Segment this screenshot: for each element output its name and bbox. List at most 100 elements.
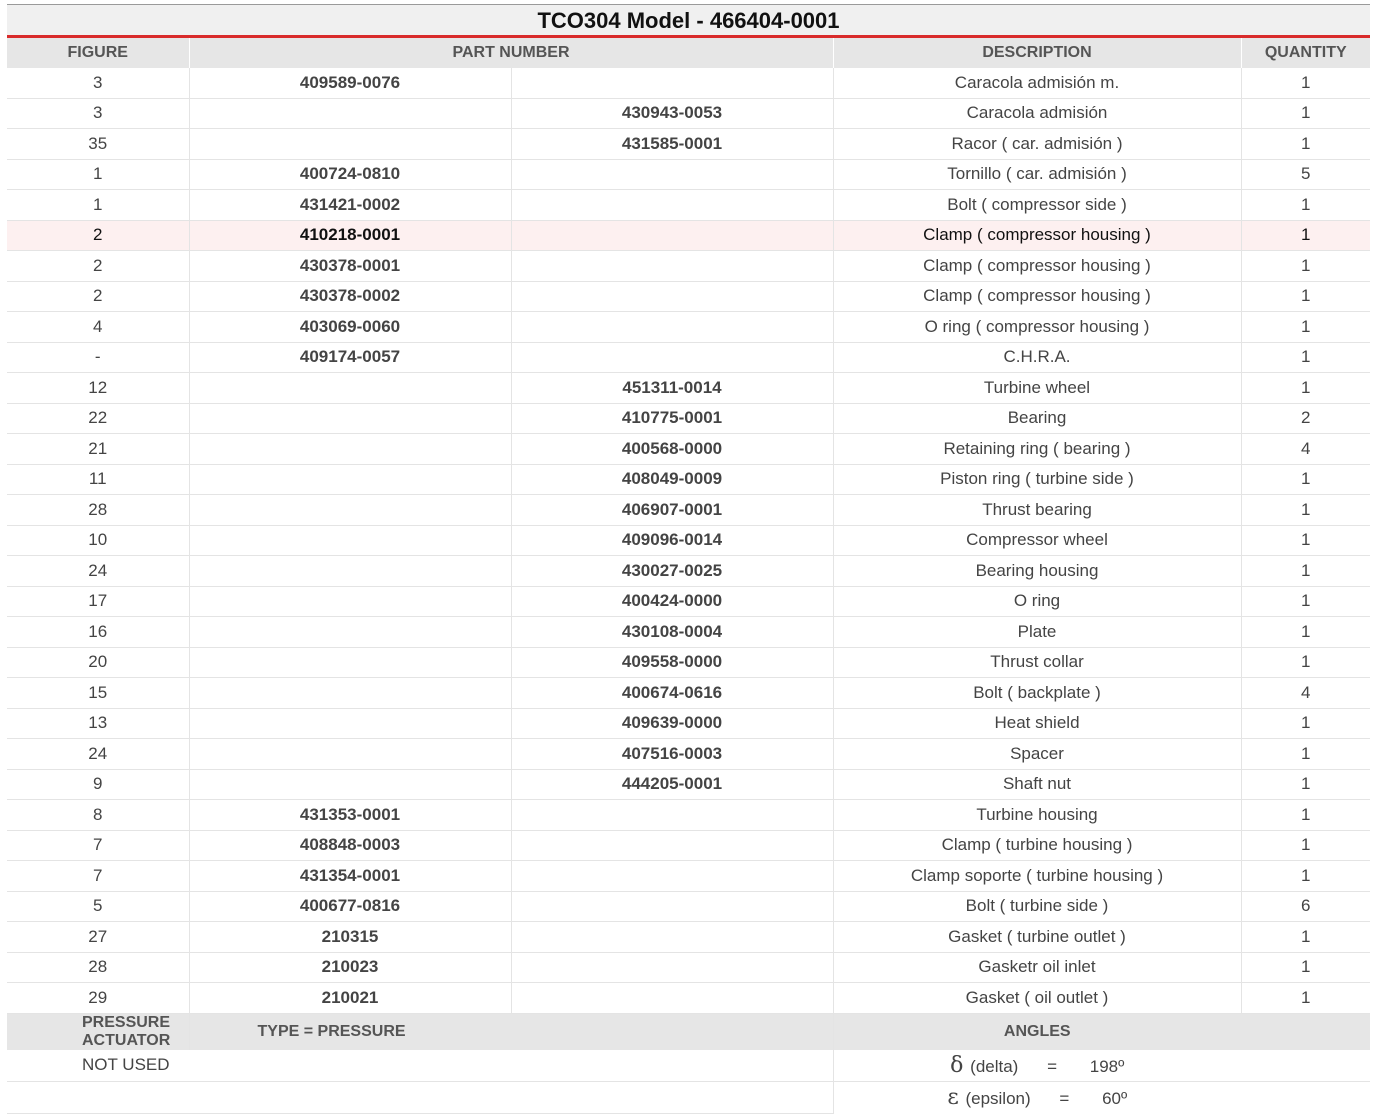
description-cell: Turbine wheel: [833, 372, 1242, 404]
model-title: TCO304 Model - 466404-0001: [7, 4, 1370, 38]
sub-part-number-cell: 407516-0003: [511, 738, 834, 770]
description-cell: Gasket ( turbine outlet ): [833, 921, 1242, 953]
table-row: 3 409589-0076 Caracola admisión m. 1: [7, 68, 1370, 99]
actuator-value: NOT USED: [7, 1049, 834, 1082]
figure-cell: 1: [7, 159, 190, 190]
figure-cell: 35: [7, 128, 190, 160]
sub-part-number-cell: 430027-0025: [511, 555, 834, 587]
sub-part-number-cell: 409096-0014: [511, 525, 834, 556]
part-number-cell: 408848-0003: [189, 830, 512, 861]
quantity-cell: 1: [1241, 738, 1370, 770]
sub-part-number-cell: 400424-0000: [511, 586, 834, 617]
footer-empty-cell: [7, 1081, 833, 1114]
part-number-cell: [189, 738, 512, 770]
quantity-cell: 1: [1241, 769, 1370, 800]
footer-row-delta: NOT USED δ (delta) = 198º: [7, 1049, 1370, 1082]
sub-part-number-cell: 406907-0001: [511, 494, 834, 526]
description-cell: Bolt ( compressor side ): [833, 189, 1242, 221]
part-number-cell: [189, 647, 512, 678]
table-row: 24 407516-0003 Spacer 1: [7, 738, 1370, 770]
quantity-cell: 1: [1241, 860, 1370, 892]
quantity-cell: 5: [1241, 159, 1370, 190]
part-number-cell: 400677-0816: [189, 891, 512, 922]
description-cell: Spacer: [833, 738, 1242, 770]
figure-cell: 8: [7, 799, 190, 831]
description-cell: Caracola admisión m.: [833, 68, 1242, 99]
sub-part-number-cell: [511, 311, 834, 343]
figure-cell: 24: [7, 555, 190, 587]
part-number-cell: 409589-0076: [189, 68, 512, 99]
quantity-cell: 1: [1241, 830, 1370, 861]
table-row: 27 210315 Gasket ( turbine outlet ) 1: [7, 921, 1370, 953]
column-header-part-number: PART NUMBER: [189, 38, 834, 68]
description-cell: O ring ( compressor housing ): [833, 311, 1242, 343]
sub-part-number-cell: [511, 220, 834, 251]
sub-part-number-cell: 400674-0616: [511, 677, 834, 709]
description-cell: Bolt ( turbine side ): [833, 891, 1242, 922]
description-cell: Compressor wheel: [833, 525, 1242, 556]
table-row: 28 210023 Gasketr oil inlet 1: [7, 952, 1370, 983]
part-number-cell: [189, 372, 512, 404]
sub-part-number-cell: [511, 982, 834, 1014]
table-row: 3 430943-0053 Caracola admisión 1: [7, 98, 1370, 129]
description-cell: Heat shield: [833, 708, 1242, 739]
figure-cell: 29: [7, 982, 190, 1014]
part-number-cell: [189, 98, 512, 129]
table-row: -409174-0057 C.H.R.A. 1: [7, 342, 1370, 373]
footer-header-row: PRESSURE ACTUATOR TYPE = PRESSURE ANGLES: [7, 1013, 1370, 1050]
sub-part-number-cell: [511, 189, 834, 221]
quantity-cell: 1: [1241, 189, 1370, 221]
figure-cell: 7: [7, 830, 190, 861]
epsilon-name: (epsilon): [965, 1088, 1031, 1108]
figure-cell: -: [7, 342, 190, 373]
sub-part-number-cell: 409639-0000: [511, 708, 834, 739]
figure-cell: 3: [7, 68, 190, 99]
quantity-cell: 1: [1241, 464, 1370, 495]
column-header-figure: FIGURE: [7, 38, 190, 68]
quantity-cell: 1: [1241, 494, 1370, 526]
table-row: 1 400724-0810 Tornillo ( car. admisión ) 5: [7, 159, 1370, 190]
sub-part-number-cell: 430108-0004: [511, 616, 834, 648]
sub-part-number-cell: 444205-0001: [511, 769, 834, 800]
figure-cell: 28: [7, 952, 190, 983]
quantity-cell: 1: [1241, 250, 1370, 282]
sub-part-number-cell: [511, 159, 834, 190]
figure-cell: 2: [7, 250, 190, 282]
part-number-cell: 431354-0001: [189, 860, 512, 892]
description-cell: Clamp ( compressor housing ): [833, 281, 1242, 312]
description-cell: Shaft nut: [833, 769, 1242, 800]
figure-cell: 4: [7, 311, 190, 343]
angle-delta: δ (delta) = 198º: [832, 1049, 1370, 1082]
description-cell: Clamp ( compressor housing ): [833, 220, 1242, 251]
delta-name: (delta): [970, 1056, 1019, 1076]
delta-symbol: δ: [950, 1052, 964, 1078]
quantity-cell: 1: [1241, 342, 1370, 373]
table-row: 9 444205-0001 Shaft nut 1: [7, 769, 1370, 800]
quantity-cell: 1: [1241, 921, 1370, 953]
quantity-cell: 1: [1241, 586, 1370, 617]
description-cell: Clamp ( turbine housing ): [833, 830, 1242, 861]
description-cell: Bearing: [833, 403, 1242, 434]
sub-part-number-cell: [511, 799, 834, 831]
quantity-cell: 1: [1241, 708, 1370, 739]
table-row: 1 431421-0002 Bolt ( compressor side ) 1: [7, 189, 1370, 221]
part-number-cell: 409174-0057: [189, 342, 512, 373]
figure-cell: 28: [7, 494, 190, 526]
table-row: 8 431353-0001 Turbine housing 1: [7, 799, 1370, 831]
sub-part-number-cell: 430943-0053: [511, 98, 834, 129]
figure-cell: 5: [7, 891, 190, 922]
description-cell: Retaining ring ( bearing ): [833, 433, 1242, 465]
description-cell: Piston ring ( turbine side ): [833, 464, 1242, 495]
part-number-cell: 430378-0001: [189, 250, 512, 282]
column-header-description: DESCRIPTION: [833, 38, 1242, 68]
table-row: 15 400674-0616 Bolt ( backplate ) 4: [7, 677, 1370, 709]
figure-cell: 12: [7, 372, 190, 404]
description-cell: Clamp ( compressor housing ): [833, 250, 1242, 282]
table-row: 24 430027-0025 Bearing housing 1: [7, 555, 1370, 587]
table-row: 29 210021 Gasket ( oil outlet ) 1: [7, 982, 1370, 1014]
part-number-cell: 430378-0002: [189, 281, 512, 312]
sub-part-number-cell: [511, 830, 834, 861]
table-row: 13 409639-0000 Heat shield 1: [7, 708, 1370, 739]
table-row: 20 409558-0000 Thrust collar 1: [7, 647, 1370, 678]
part-number-cell: 410218-0001: [189, 220, 512, 251]
